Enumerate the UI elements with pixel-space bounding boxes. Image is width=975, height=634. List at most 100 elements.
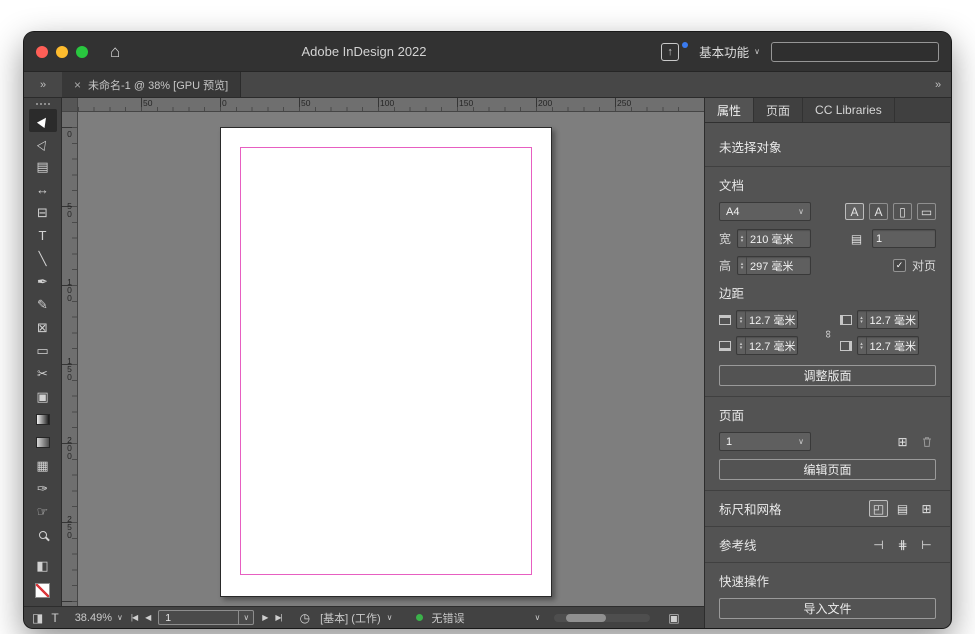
screen-mode-icon[interactable]: ◧ xyxy=(29,554,57,577)
workspace-column: ▶ ▷ ▤ ↔ ⊟ T ╲ ✒ ✎ ⊠ ▭ ✂ ▣ ▦ ✑ ☞ ◧ 50 0 5… xyxy=(24,98,704,628)
document-grid-icon[interactable]: ⊞ xyxy=(917,500,936,517)
orientation-portrait-icon[interactable]: ▯ xyxy=(893,203,912,220)
formatting-text-icon[interactable]: T xyxy=(51,612,58,624)
orientation-landscape-icon[interactable]: ▭ xyxy=(917,203,936,220)
ruler-label: 50 xyxy=(301,98,311,108)
chain-link-icon[interactable] xyxy=(818,326,838,340)
tab-properties[interactable]: 属性 xyxy=(705,98,755,122)
page-size-select[interactable]: A4 xyxy=(719,202,811,221)
zoom-level-select[interactable]: 38.49% xyxy=(75,612,123,624)
first-page-button[interactable]: |◀ xyxy=(131,613,138,622)
share-icon[interactable] xyxy=(661,42,680,61)
margin-guides-icon[interactable]: ⊣ xyxy=(869,536,888,553)
hand-tool[interactable]: ☞ xyxy=(29,500,57,523)
binding-rtl-icon[interactable]: A xyxy=(869,203,888,220)
page-number-field[interactable]: 1 xyxy=(158,610,255,625)
rectangle-frame-tool[interactable]: ⊠ xyxy=(29,316,57,339)
import-file-button[interactable]: 导入文件 xyxy=(719,598,936,619)
main-area: ▶ ▷ ▤ ↔ ⊟ T ╲ ✒ ✎ ⊠ ▭ ✂ ▣ ▦ ✑ ☞ ◧ 50 0 5… xyxy=(24,98,951,628)
search-input[interactable] xyxy=(771,41,939,62)
toolbar-grip[interactable] xyxy=(35,103,50,105)
content-collector-tool[interactable]: ⊟ xyxy=(29,201,57,224)
add-page-icon[interactable]: ⊞ xyxy=(893,433,912,450)
facing-pages-checkbox[interactable]: ✓ xyxy=(892,259,906,272)
page-tool[interactable]: ▤ xyxy=(29,155,57,178)
maximize-window-button[interactable] xyxy=(76,45,88,58)
ruler-icon[interactable]: ◰ xyxy=(869,500,888,517)
margin-outside-field[interactable]: 12.7 毫米 xyxy=(856,336,919,355)
width-field[interactable]: 210 毫米 xyxy=(737,229,812,248)
next-page-button[interactable]: ▶ xyxy=(262,613,268,622)
stepper-icon[interactable] xyxy=(738,230,748,247)
close-tab-icon[interactable]: × xyxy=(74,78,81,92)
type-tool[interactable]: T xyxy=(29,224,57,247)
stepper-icon[interactable] xyxy=(858,337,867,354)
zoom-tool[interactable] xyxy=(29,523,57,546)
formatting-container-icon[interactable]: ◨ xyxy=(32,612,43,624)
panel-toggle-icon[interactable]: ▣ xyxy=(668,612,679,624)
preflight-profile-select[interactable]: [基本] (工作) xyxy=(320,610,392,626)
line-tool[interactable]: ╲ xyxy=(29,247,57,270)
margin-inside-field[interactable]: 12.7 毫米 xyxy=(856,310,919,329)
baseline-grid-icon[interactable]: ▤ xyxy=(893,500,912,517)
delete-page-icon[interactable] xyxy=(917,433,936,450)
gap-tool[interactable]: ↔ xyxy=(29,178,57,201)
chevron-down-icon xyxy=(754,48,760,56)
current-page-select[interactable]: 1 xyxy=(719,432,811,451)
last-page-button[interactable]: ▶| xyxy=(275,613,282,622)
free-transform-tool[interactable]: ▣ xyxy=(29,385,57,408)
pen-tool[interactable]: ✒ xyxy=(29,270,57,293)
edit-pages-button[interactable]: 编辑页面 xyxy=(719,459,936,480)
stepper-icon[interactable] xyxy=(737,311,746,328)
ruler-origin-corner[interactable] xyxy=(62,98,78,112)
smart-guides-icon[interactable]: ⊢ xyxy=(917,536,936,553)
column-guides-icon[interactable]: ⋕ xyxy=(893,536,912,553)
divider xyxy=(705,526,950,527)
scrollbar-thumb[interactable] xyxy=(566,613,607,622)
app-window: Adobe InDesign 2022 基本功能 » × 未命名-1 @ 38%… xyxy=(24,32,951,628)
height-value: 297 毫米 xyxy=(750,260,794,273)
home-icon[interactable] xyxy=(110,43,120,60)
preflight-icon[interactable]: ◷ xyxy=(300,611,310,625)
previous-page-button[interactable]: ◀ xyxy=(145,613,151,622)
close-window-button[interactable] xyxy=(36,45,48,58)
chevron-down-icon[interactable] xyxy=(243,614,249,622)
height-field[interactable]: 297 毫米 xyxy=(737,256,812,275)
gradient-feather-tool[interactable] xyxy=(29,431,57,454)
pencil-tool[interactable]: ✎ xyxy=(29,293,57,316)
vertical-ruler[interactable]: 0 50 100 150 200 250 xyxy=(62,112,78,606)
margin-bottom-field[interactable]: 12.7 毫米 xyxy=(736,336,798,355)
adjust-layout-button[interactable]: 调整版面 xyxy=(719,365,936,386)
ruler-label: 100 xyxy=(64,277,75,301)
stepper-icon[interactable] xyxy=(858,311,867,328)
workspace-switcher[interactable]: 基本功能 xyxy=(699,42,760,61)
stepper-icon[interactable] xyxy=(738,257,748,274)
margin-top-value: 12.7 毫米 xyxy=(749,314,796,327)
guides-label: 参考线 xyxy=(719,539,757,553)
scissors-tool[interactable]: ✂ xyxy=(29,362,57,385)
rectangle-tool[interactable]: ▭ xyxy=(29,339,57,362)
horizontal-ruler[interactable]: 50 0 50 100 150 200 250 xyxy=(78,98,704,112)
gradient-swatch-icon xyxy=(35,414,50,425)
pasteboard[interactable] xyxy=(78,112,704,606)
properties-panel: 属性 页面 CC Libraries 未选择对象 文档 A4 A A ▯ xyxy=(704,98,950,628)
panel-dock-overflow-icon[interactable]: » xyxy=(925,72,951,97)
tab-pages[interactable]: 页面 xyxy=(754,98,804,122)
selection-tool[interactable]: ▶ xyxy=(28,109,57,132)
gradient-swatch-tool[interactable] xyxy=(29,408,57,431)
horizontal-scrollbar[interactable] xyxy=(554,613,651,622)
document-tab[interactable]: × 未命名-1 @ 38% [GPU 预览] xyxy=(62,72,242,97)
preflight-menu-chevron[interactable] xyxy=(534,614,540,622)
stepper-icon[interactable] xyxy=(737,337,746,354)
direct-selection-tool[interactable]: ▷ xyxy=(29,132,57,155)
toolbar-overflow-icon[interactable]: » xyxy=(24,72,62,97)
page-count-field[interactable]: 1 xyxy=(872,229,936,248)
eyedropper-tool[interactable]: ✑ xyxy=(29,477,57,500)
note-tool[interactable]: ▦ xyxy=(29,454,57,477)
tab-cc-libraries[interactable]: CC Libraries xyxy=(803,98,895,122)
margin-inside-icon xyxy=(839,314,852,325)
minimize-window-button[interactable] xyxy=(56,45,68,58)
binding-ltr-icon[interactable]: A xyxy=(845,203,864,220)
margin-top-field[interactable]: 12.7 毫米 xyxy=(736,310,798,329)
fill-stroke-swatch[interactable] xyxy=(35,583,50,598)
